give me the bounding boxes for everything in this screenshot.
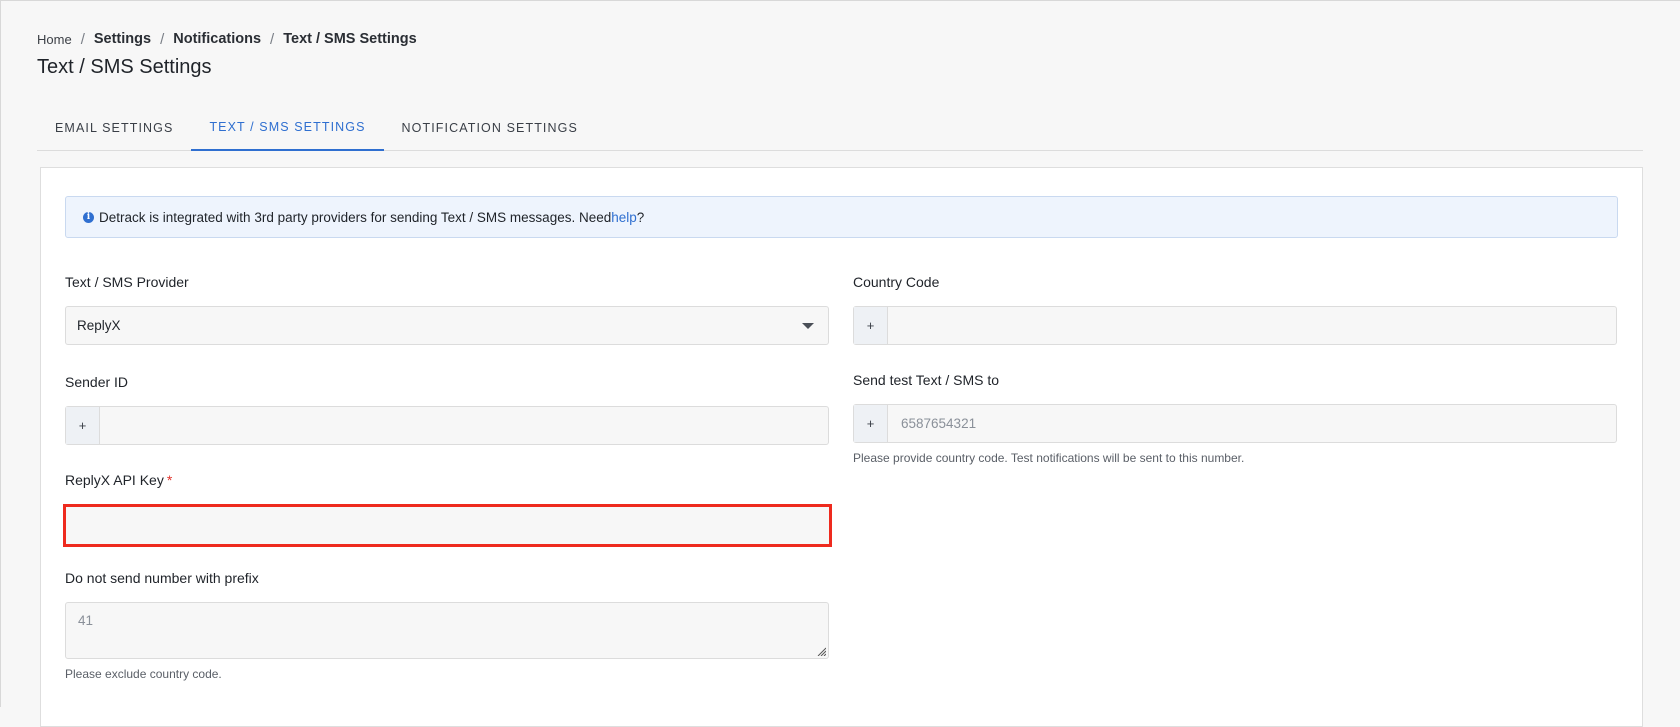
info-text: Detrack is integrated with 3rd party pro… <box>99 209 612 225</box>
test-sms-input[interactable] <box>888 405 1616 442</box>
resize-handle-icon[interactable] <box>816 646 826 656</box>
breadcrumb-home[interactable]: Home <box>37 32 72 47</box>
tab-notification-settings[interactable]: NOTIFICATION SETTINGS <box>384 105 596 151</box>
test-sms-group: + <box>853 404 1617 443</box>
sender-id-input[interactable] <box>100 407 828 444</box>
country-code-prefix: + <box>854 307 888 344</box>
no-prefix-help: Please exclude country code. <box>65 667 222 681</box>
provider-label: Text / SMS Provider <box>65 274 189 290</box>
api-key-label-text: ReplyX API Key <box>65 472 164 488</box>
api-key-field: ReplyX API Key * <box>63 472 832 547</box>
settings-tabs: EMAIL SETTINGS TEXT / SMS SETTINGS NOTIF… <box>37 105 1643 151</box>
test-sms-label: Send test Text / SMS to <box>853 372 1000 388</box>
sender-id-field: Sender ID + <box>65 374 829 445</box>
provider-select[interactable]: ReplyX <box>65 306 829 345</box>
sender-id-label: Sender ID <box>65 374 129 390</box>
sender-id-prefix: + <box>66 407 100 444</box>
breadcrumb-separator: / <box>80 30 85 48</box>
country-code-label: Country Code <box>853 274 940 290</box>
sender-id-group: + <box>65 406 829 445</box>
provider-field: Text / SMS Provider ReplyX <box>65 274 829 345</box>
info-icon: i <box>83 211 94 223</box>
breadcrumb-separator: / <box>160 30 165 48</box>
api-key-label: ReplyX API Key * <box>65 472 829 492</box>
test-sms-field: Send test Text / SMS to + Please provide… <box>853 372 1617 465</box>
chevron-down-icon <box>802 322 814 329</box>
breadcrumb: Home / Settings / Notifications / Text /… <box>37 29 417 49</box>
settings-card: i Detrack is integrated with 3rd party p… <box>40 167 1643 727</box>
provider-selected-value: ReplyX <box>77 318 121 333</box>
page-header: Home / Settings / Notifications / Text /… <box>37 29 417 79</box>
country-code-group: + <box>853 306 1617 345</box>
test-sms-help: Please provide country code. Test notifi… <box>853 451 1245 465</box>
api-key-input[interactable] <box>63 504 832 547</box>
tab-text-sms-settings[interactable]: TEXT / SMS SETTINGS <box>191 105 384 151</box>
country-code-input[interactable] <box>888 307 1616 344</box>
page-title: Text / SMS Settings <box>37 56 212 78</box>
help-link[interactable]: help <box>611 210 637 225</box>
no-prefix-label: Do not send number with prefix <box>65 570 259 586</box>
tab-email-settings[interactable]: EMAIL SETTINGS <box>37 105 191 151</box>
no-prefix-textarea-wrapper <box>65 602 829 659</box>
country-code-field: Country Code + <box>853 274 1617 345</box>
no-prefix-field: Do not send number with prefix Please ex… <box>65 570 829 681</box>
info-suffix: ? <box>636 209 645 225</box>
breadcrumb-settings[interactable]: Settings <box>94 31 151 47</box>
no-prefix-textarea[interactable] <box>66 603 828 658</box>
required-mark: * <box>166 472 173 488</box>
breadcrumb-notifications[interactable]: Notifications <box>173 31 261 47</box>
test-sms-prefix: + <box>854 405 888 442</box>
breadcrumb-current: Text / SMS Settings <box>283 31 417 47</box>
info-banner: i Detrack is integrated with 3rd party p… <box>65 196 1618 238</box>
breadcrumb-separator: / <box>270 30 275 48</box>
